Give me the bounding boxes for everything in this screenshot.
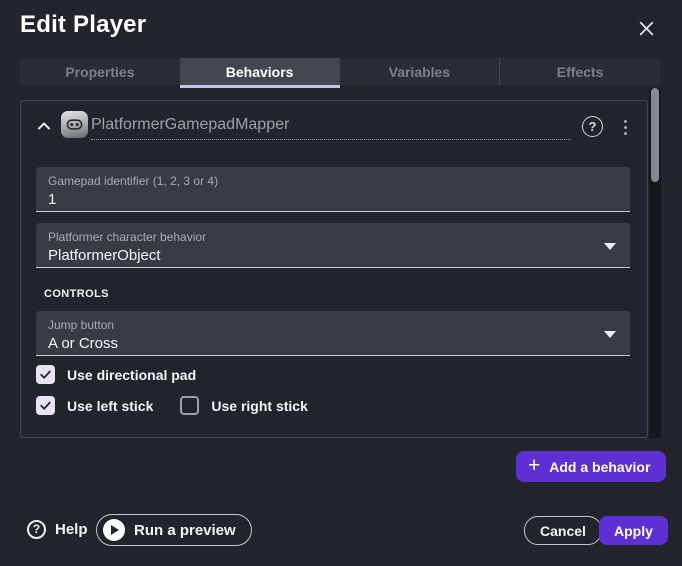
close-icon[interactable]: [635, 17, 657, 39]
character-behavior-select[interactable]: Platformer character behavior Platformer…: [36, 223, 630, 268]
help-icon[interactable]: ?: [582, 116, 603, 137]
tab-bar: Properties Behaviors Variables Effects: [20, 58, 660, 85]
question-mark-icon: ?: [27, 520, 46, 539]
apply-label: Apply: [614, 523, 653, 539]
scrollbar-thumb[interactable]: [651, 88, 659, 182]
gamepad-icon: [61, 111, 88, 138]
field-label: Gamepad identifier (1, 2, 3 or 4): [48, 174, 618, 188]
help-label: Help: [55, 521, 88, 538]
checkbox-use-left-stick[interactable]: Use left stick: [36, 396, 153, 415]
behavior-name-input[interactable]: PlatformerGamepadMapper: [91, 111, 571, 140]
scrollbar[interactable]: [649, 88, 661, 438]
gamepad-identifier-field[interactable]: Gamepad identifier (1, 2, 3 or 4) 1: [36, 167, 630, 212]
checkbox-row: Use left stick Use right stick: [36, 396, 308, 415]
checkbox-box[interactable]: [180, 396, 199, 415]
field-value: PlatformerObject: [48, 246, 618, 266]
behavior-panel: PlatformerGamepadMapper ? Gamepad identi…: [20, 100, 648, 438]
add-behavior-label: Add a behavior: [549, 459, 650, 475]
jump-button-select[interactable]: Jump button A or Cross: [36, 311, 630, 356]
apply-button[interactable]: Apply: [599, 516, 668, 545]
run-preview-button[interactable]: Run a preview: [96, 514, 252, 546]
field-value: 1: [48, 190, 618, 210]
tab-variables[interactable]: Variables: [340, 58, 500, 85]
kebab-menu-icon[interactable]: [619, 117, 631, 137]
edit-player-dialog: Edit Player Properties Behaviors Variabl…: [0, 0, 682, 566]
tab-behaviors[interactable]: Behaviors: [180, 58, 340, 85]
field-label: Jump button: [48, 318, 618, 332]
add-behavior-button[interactable]: + Add a behavior: [516, 451, 666, 482]
tab-effects[interactable]: Effects: [499, 58, 660, 85]
checkbox-use-right-stick[interactable]: Use right stick: [180, 396, 307, 415]
checkmark-icon: [39, 399, 52, 412]
run-preview-label: Run a preview: [134, 522, 236, 539]
dialog-title: Edit Player: [20, 11, 146, 39]
controls-section-label: CONTROLS: [44, 288, 109, 300]
checkbox-box[interactable]: [36, 365, 55, 384]
checkmark-icon: [39, 368, 52, 381]
tab-properties[interactable]: Properties: [20, 58, 180, 85]
collapse-chevron-up-icon[interactable]: [34, 116, 54, 136]
checkbox-box[interactable]: [36, 396, 55, 415]
checkbox-label: Use right stick: [211, 398, 307, 414]
cancel-label: Cancel: [540, 523, 586, 539]
chevron-down-icon: [604, 243, 616, 250]
plus-icon: +: [528, 455, 540, 476]
chevron-down-icon: [604, 331, 616, 338]
help-button[interactable]: ? Help: [27, 518, 88, 540]
checkbox-label: Use directional pad: [67, 367, 196, 383]
field-value: A or Cross: [48, 334, 618, 354]
field-label: Platformer character behavior: [48, 230, 618, 244]
checkbox-label: Use left stick: [67, 398, 153, 414]
play-icon: [103, 519, 125, 541]
checkbox-row: Use directional pad: [36, 365, 196, 384]
cancel-button[interactable]: Cancel: [524, 516, 602, 545]
checkbox-use-directional-pad[interactable]: Use directional pad: [36, 365, 196, 384]
